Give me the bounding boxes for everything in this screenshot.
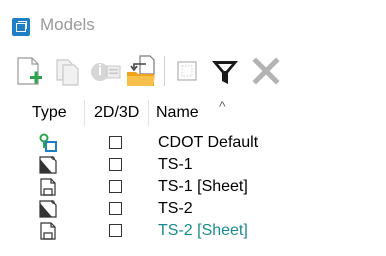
list-item-active[interactable]: TS-2 [Sheet] xyxy=(0,220,386,242)
title-bar: Models xyxy=(0,0,386,42)
copy-model-button[interactable] xyxy=(52,54,84,88)
model-name: TS-2 xyxy=(158,200,193,217)
2d3d-checkbox[interactable] xyxy=(109,158,122,171)
properties-icon xyxy=(91,63,121,81)
delete-button[interactable] xyxy=(250,54,282,88)
new-model-button[interactable] xyxy=(14,54,46,88)
filter-button[interactable] xyxy=(208,54,242,88)
column-header-name[interactable]: Name xyxy=(156,104,199,122)
filter-icon xyxy=(212,61,238,84)
column-header-type[interactable]: Type xyxy=(32,104,67,122)
delete-icon xyxy=(252,57,280,85)
2d3d-checkbox[interactable] xyxy=(109,180,122,193)
column-header-2d3d[interactable]: 2D/3D xyxy=(94,104,139,122)
2d3d-checkbox[interactable] xyxy=(109,136,122,149)
list-item[interactable]: CDOT Default xyxy=(0,132,386,154)
model-name: TS-2 [Sheet] xyxy=(158,222,248,239)
select-all-button[interactable] xyxy=(172,54,202,88)
new-model-icon xyxy=(17,57,42,85)
2d3d-checkbox[interactable] xyxy=(109,224,122,237)
column-divider[interactable] xyxy=(148,100,149,126)
window-title: Models xyxy=(40,15,95,34)
models-window-icon xyxy=(12,18,30,36)
column-headers: Type 2D/3D Name ^ xyxy=(0,98,386,128)
select-all-icon xyxy=(177,61,197,81)
sheet-model-icon xyxy=(38,221,60,246)
model-name: TS-1 [Sheet] xyxy=(158,178,248,195)
copy-model-icon xyxy=(56,59,79,86)
toolbar-separator xyxy=(164,56,165,86)
model-name: TS-1 xyxy=(158,156,193,173)
column-divider[interactable] xyxy=(84,100,85,126)
list-item[interactable]: TS-1 xyxy=(0,154,386,176)
properties-button[interactable] xyxy=(88,54,122,88)
2d3d-checkbox[interactable] xyxy=(109,202,122,215)
import-model-button[interactable] xyxy=(124,54,160,88)
list-item[interactable]: TS-2 xyxy=(0,198,386,220)
toolbar xyxy=(0,48,386,96)
list-item[interactable]: TS-1 [Sheet] xyxy=(0,176,386,198)
model-name: CDOT Default xyxy=(158,134,259,151)
import-model-icon xyxy=(127,55,155,86)
sort-ascending-icon: ^ xyxy=(219,98,226,114)
